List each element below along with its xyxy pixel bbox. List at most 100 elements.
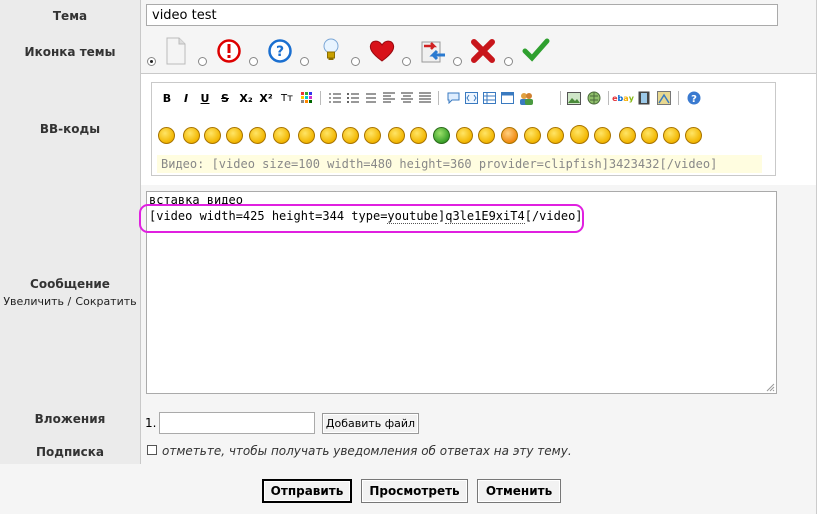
subscribe-label: Подписка — [0, 439, 141, 464]
icon-radio-1[interactable] — [147, 57, 156, 66]
bbcode-toolbar: B I U S X₂ X² Tт ebay ? Видео: [video si… — [151, 82, 776, 176]
smiley-laugh-icon[interactable] — [410, 127, 427, 144]
smiley-confused-icon[interactable] — [364, 127, 381, 144]
smiley-wink-icon[interactable] — [249, 127, 266, 144]
actions-row: Отправить Просмотреть Отменить — [0, 464, 816, 514]
align-left-icon[interactable] — [382, 89, 396, 107]
smiley-devil-icon[interactable] — [641, 127, 658, 144]
message-label-cell: Сообщение Увеличить / Сократить — [0, 185, 141, 399]
users-icon[interactable] — [518, 89, 534, 107]
strike-button[interactable]: S — [218, 89, 232, 107]
submit-button[interactable]: Отправить — [262, 479, 352, 503]
message-label: Сообщение — [30, 276, 110, 291]
smiley-embarrassed-icon[interactable] — [524, 127, 541, 144]
topic-label: Тема — [0, 0, 141, 31]
topic-icon-label: Иконка темы — [0, 31, 141, 73]
smiley-big-grin-icon[interactable] — [570, 125, 589, 144]
attachments-label: Вложения — [0, 399, 141, 439]
list-bulleted-icon[interactable] — [346, 89, 360, 107]
font-size-button[interactable]: Tт — [279, 89, 295, 107]
attachment-index: 1. — [145, 416, 157, 430]
align-justify-icon[interactable] — [418, 89, 432, 107]
quote-icon[interactable] — [446, 89, 460, 107]
attachments-row: Вложения 1. Добавить файл — [0, 399, 816, 440]
cancel-button[interactable]: Отменить — [477, 479, 561, 503]
checkmark-icon — [522, 38, 550, 62]
smiley-wacky-icon[interactable] — [663, 127, 680, 144]
message-textarea[interactable]: вставка видео [video width=425 height=34… — [139, 191, 777, 394]
link-icon[interactable] — [586, 89, 602, 107]
align-center-icon[interactable] — [400, 89, 414, 107]
toolbar-separator — [438, 91, 439, 105]
smiley-tongue-icon[interactable] — [273, 127, 290, 144]
post-form: Тема video test Иконка темы ? BB-коды B … — [0, 0, 817, 514]
shrink-link[interactable]: Сократить — [75, 295, 136, 308]
icon-radio-5[interactable] — [351, 57, 360, 66]
smiley-surprised-icon[interactable] — [342, 127, 359, 144]
list-item-icon[interactable] — [364, 89, 378, 107]
topic-icon-row: Иконка темы ? — [0, 31, 816, 74]
exclamation-icon — [217, 39, 241, 63]
resize-grip-icon[interactable] — [765, 382, 775, 392]
window-icon[interactable] — [500, 89, 514, 107]
icon-radio-7[interactable] — [453, 57, 462, 66]
smiley-dead-icon[interactable] — [685, 127, 702, 144]
toolbar-separator — [608, 91, 609, 105]
smiley-dizzy-icon[interactable] — [619, 127, 636, 144]
smiley-smile-icon[interactable] — [204, 127, 221, 144]
smiley-blush-icon[interactable] — [478, 127, 495, 144]
subscribe-checkbox[interactable] — [147, 445, 157, 455]
image-icon[interactable] — [566, 89, 582, 107]
toolbar-separator — [560, 91, 561, 105]
topic-input[interactable]: video test — [146, 4, 778, 26]
code-icon[interactable] — [464, 89, 478, 107]
table-icon[interactable] — [482, 89, 496, 107]
icon-radio-3[interactable] — [249, 57, 258, 66]
icon-radio-6[interactable] — [402, 57, 411, 66]
smiley-sick-icon[interactable] — [433, 127, 450, 144]
bbcodes-label: BB-коды — [0, 73, 141, 185]
map-icon[interactable] — [656, 89, 672, 107]
icon-radio-4[interactable] — [300, 57, 309, 66]
page-icon — [166, 37, 186, 65]
subscribe-row: Подписка отметьте, чтобы получать уведом… — [0, 439, 816, 465]
question-icon: ? — [268, 39, 292, 63]
lightbulb-icon — [323, 38, 339, 60]
smiley-grin-icon[interactable] — [320, 127, 337, 144]
smiley-shock-icon[interactable] — [456, 127, 473, 144]
ebay-icon[interactable]: ebay — [612, 89, 634, 107]
svg-text:?: ? — [691, 94, 697, 105]
italic-button[interactable]: I — [180, 89, 192, 107]
enlarge-link[interactable]: Увеличить / — [3, 295, 71, 308]
smiley-mad-icon[interactable] — [501, 127, 518, 144]
subscript-button[interactable]: X₂ — [238, 89, 254, 107]
smiley-neutral-icon[interactable] — [547, 127, 564, 144]
superscript-button[interactable]: X² — [258, 89, 274, 107]
subscribe-text: отметьте, чтобы получать уведомления об … — [162, 444, 572, 458]
red-x-icon — [471, 39, 495, 63]
icon-radio-8[interactable] — [504, 57, 513, 66]
toolbar-separator — [320, 91, 321, 105]
smiley-tired-icon[interactable] — [594, 127, 611, 144]
attachment-file-input[interactable] — [159, 412, 315, 434]
smiley-angry-icon[interactable] — [298, 127, 315, 144]
icon-radio-2[interactable] — [198, 57, 207, 66]
smiley-eyeroll-icon[interactable] — [388, 127, 405, 144]
color-grid-icon[interactable] — [300, 89, 314, 107]
toolbar-separator — [678, 91, 679, 105]
highlight-outline — [139, 204, 584, 233]
heart-icon — [369, 40, 395, 62]
list-numbered-icon[interactable] — [328, 89, 342, 107]
bold-button[interactable]: B — [160, 89, 174, 107]
underline-button[interactable]: U — [198, 89, 212, 107]
add-file-button[interactable]: Добавить файл — [322, 413, 419, 434]
help-icon[interactable]: ? — [686, 89, 702, 107]
svg-text:?: ? — [276, 44, 284, 60]
smiley-sad-icon[interactable] — [183, 127, 200, 144]
film-icon[interactable] — [636, 89, 652, 107]
preview-button[interactable]: Просмотреть — [361, 479, 468, 503]
smiley-cool-icon[interactable] — [158, 127, 175, 144]
bbcode-hint: Видео: [video size=100 width=480 height=… — [157, 155, 762, 173]
smiley-happy-icon[interactable] — [226, 127, 243, 144]
topic-row: Тема video test — [0, 0, 816, 32]
